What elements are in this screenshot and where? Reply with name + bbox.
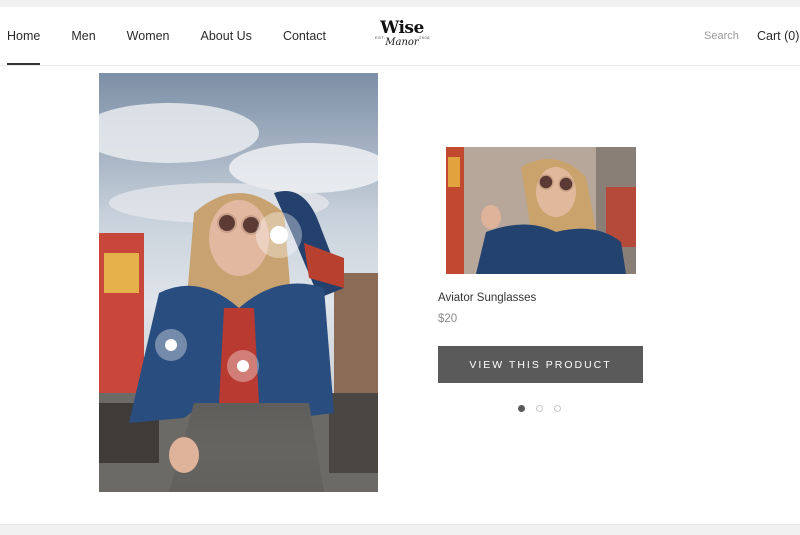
lookbook-photo bbox=[99, 73, 378, 492]
hotspot-icon[interactable] bbox=[256, 212, 302, 258]
hotspot-icon[interactable] bbox=[155, 329, 187, 361]
lookbook-image bbox=[99, 73, 378, 492]
logo-est: EST. bbox=[375, 35, 386, 40]
bottom-band bbox=[0, 524, 800, 535]
nav-men[interactable]: Men bbox=[71, 7, 95, 65]
nav-home[interactable]: Home bbox=[7, 7, 41, 65]
nav-contact[interactable]: Contact bbox=[283, 7, 326, 65]
carousel-dot-icon[interactable] bbox=[554, 405, 561, 412]
carousel-dots bbox=[518, 405, 561, 412]
main-nav: Home Men Women About Us Contact bbox=[7, 7, 357, 65]
top-band bbox=[0, 0, 800, 7]
logo-year: 2008 bbox=[419, 35, 430, 40]
nav-about-us[interactable]: About Us bbox=[201, 7, 252, 65]
site-header: Home Men Women About Us Contact Wise Man… bbox=[0, 7, 800, 66]
product-photo bbox=[446, 147, 636, 274]
nav-women[interactable]: Women bbox=[127, 7, 170, 65]
cart-link[interactable]: Cart (0) bbox=[757, 7, 799, 65]
hotspot-icon[interactable] bbox=[227, 350, 259, 382]
view-product-button[interactable]: VIEW THIS PRODUCT bbox=[438, 346, 643, 383]
search-link[interactable]: Search bbox=[704, 7, 739, 65]
product-name[interactable]: Aviator Sunglasses bbox=[438, 292, 536, 304]
product-price: $20 bbox=[438, 313, 458, 325]
product-thumbnail[interactable] bbox=[446, 147, 636, 274]
carousel-dot-icon[interactable] bbox=[536, 405, 543, 412]
carousel-dot-icon[interactable] bbox=[518, 405, 525, 412]
site-logo[interactable]: Wise Manor EST. 2008 bbox=[372, 19, 432, 55]
